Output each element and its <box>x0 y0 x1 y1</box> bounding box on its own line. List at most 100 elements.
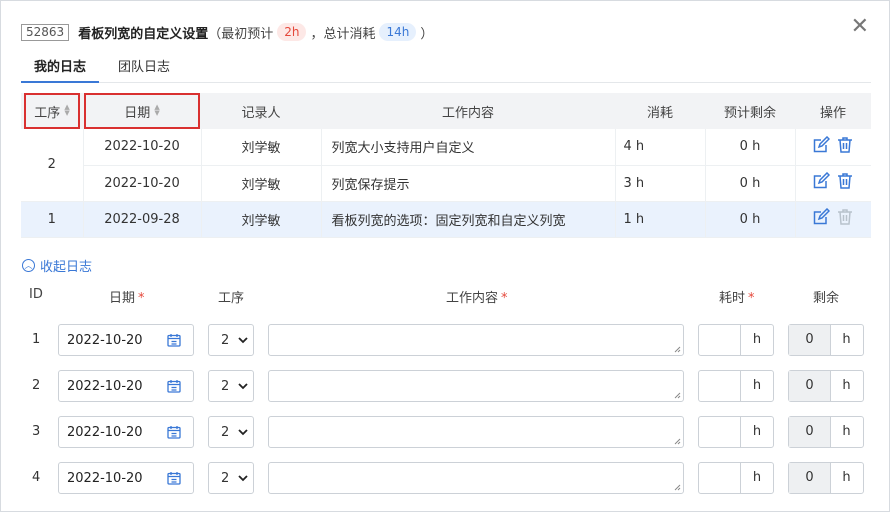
remain-input: 0 h <box>788 416 864 448</box>
remain-value: 0 <box>789 325 831 355</box>
chevron-down-icon <box>238 383 248 390</box>
form-header-date-label: 日期 <box>109 291 136 306</box>
step-select[interactable]: 2 <box>208 416 254 448</box>
remain-unit: h <box>842 332 851 347</box>
row-content: 列宽大小支持用户自定义 <box>321 129 616 166</box>
initial-estimate-value: 2h <box>277 23 307 41</box>
dialog-header: 52863 看板列宽的自定义设置 （最初预计 2h ，总计消耗 14h ） <box>21 22 433 42</box>
remain-input: 0 h <box>788 324 864 356</box>
edit-icon[interactable] <box>812 172 831 190</box>
step-select[interactable]: 2 <box>208 370 254 402</box>
delete-icon[interactable] <box>836 172 854 190</box>
date-field[interactable]: 2022-10-20 <box>58 416 194 448</box>
step-header-label: 工序 <box>34 105 61 121</box>
row-ops <box>795 201 871 238</box>
step-value: 2 <box>221 333 230 348</box>
remain-value: 0 <box>789 371 831 401</box>
hours-input[interactable]: h <box>698 324 774 356</box>
date-value: 2022-10-20 <box>67 333 143 348</box>
tab-team-log[interactable]: 团队日志 <box>105 59 183 83</box>
hours-input[interactable]: h <box>698 462 774 494</box>
hours-input[interactable]: h <box>698 416 774 448</box>
edit-icon[interactable] <box>812 208 831 226</box>
date-field[interactable]: 2022-10-20 <box>58 370 194 402</box>
remain-value: 0 <box>789 417 831 447</box>
calendar-icon[interactable] <box>167 333 181 347</box>
row-recorder: 刘学敏 <box>201 201 322 238</box>
sort-icon[interactable]: ▲ ▼ <box>154 104 159 117</box>
table-row: 1 2022-09-28 刘学敏 看板列宽的选项：固定列宽和自定义列宽 1 h … <box>21 201 871 238</box>
content-textarea[interactable] <box>268 370 684 402</box>
remain-value: 0 <box>789 463 831 493</box>
col-step-header[interactable]: 工序 ▲ ▼ <box>21 93 83 129</box>
step-group-cell: 1 <box>21 201 84 238</box>
chevron-down-icon <box>238 475 248 482</box>
date-value: 2022-10-20 <box>67 425 143 440</box>
row-id: 2 <box>32 378 41 393</box>
edit-icon[interactable] <box>812 135 831 154</box>
resize-handle-icon[interactable] <box>674 346 681 353</box>
tab-my-log[interactable]: 我的日志 <box>21 59 100 83</box>
date-field[interactable]: 2022-10-20 <box>58 324 194 356</box>
form-header-hours: 耗时 * <box>719 287 755 306</box>
close-icon[interactable]: ✕ <box>851 16 869 38</box>
hours-input[interactable]: h <box>698 370 774 402</box>
worklog-dialog: 52863 看板列宽的自定义设置 （最初预计 2h ，总计消耗 14h ） ✕ … <box>0 0 890 512</box>
log-tabs: 我的日志 团队日志 <box>21 59 871 83</box>
col-ops-header: 操作 <box>795 93 871 129</box>
calendar-icon[interactable] <box>167 425 181 439</box>
step-select[interactable]: 2 <box>208 462 254 494</box>
collapse-log-label: 收起日志 <box>40 260 93 275</box>
task-title: 看板列宽的自定义设置 <box>78 26 209 42</box>
required-mark: * <box>748 291 755 306</box>
form-header-content-label: 工作内容 <box>446 291 499 306</box>
step-select[interactable]: 2 <box>208 324 254 356</box>
row-id: 4 <box>32 470 41 485</box>
col-content-header: 工作内容 <box>321 93 615 129</box>
chevron-up-icon: ︿ <box>22 259 35 272</box>
col-recorder-header: 记录人 <box>201 93 321 129</box>
table-row: 2 2022-10-20 刘学敏 列宽大小支持用户自定义 4 h 0 h <box>21 129 871 202</box>
row-remain: 0 h <box>705 165 796 202</box>
delete-icon[interactable] <box>836 208 854 226</box>
date-value: 2022-10-20 <box>67 471 143 486</box>
row-used: 3 h <box>615 165 706 202</box>
required-mark: * <box>138 291 145 306</box>
remain-unit: h <box>842 378 851 393</box>
delete-icon[interactable] <box>836 136 854 154</box>
col-date-header[interactable]: 日期 ▲ ▼ <box>83 93 201 129</box>
remain-input: 0 h <box>788 370 864 402</box>
content-textarea[interactable] <box>268 416 684 448</box>
sort-icon[interactable]: ▲ ▼ <box>64 104 69 117</box>
row-id: 1 <box>32 332 41 347</box>
content-textarea[interactable] <box>268 462 684 494</box>
date-field[interactable]: 2022-10-20 <box>58 462 194 494</box>
row-content: 看板列宽的选项：固定列宽和自定义列宽 <box>321 201 616 238</box>
row-date: 2022-10-20 <box>83 129 202 166</box>
hours-unit: h <box>740 371 773 401</box>
row-remain: 0 h <box>705 129 796 166</box>
calendar-icon[interactable] <box>167 471 181 485</box>
row-id: 3 <box>32 424 41 439</box>
form-header-id: ID <box>29 287 43 302</box>
row-used: 4 h <box>615 129 706 166</box>
hours-unit: h <box>740 417 773 447</box>
calendar-icon[interactable] <box>167 379 181 393</box>
date-value: 2022-10-20 <box>67 379 143 394</box>
resize-handle-icon[interactable] <box>674 438 681 445</box>
resize-handle-icon[interactable] <box>674 484 681 491</box>
form-row: 1 2022-10-20 2 h 0 h <box>1 323 889 357</box>
step-value: 2 <box>221 471 230 486</box>
resize-handle-icon[interactable] <box>674 392 681 399</box>
row-content: 列宽保存提示 <box>321 165 616 202</box>
content-textarea[interactable] <box>268 324 684 356</box>
step-value: 2 <box>221 379 230 394</box>
step-group-cell: 2 <box>21 129 84 202</box>
form-row: 4 2022-10-20 2 h 0 h <box>1 461 889 495</box>
form-header-content: 工作内容 * <box>446 287 508 306</box>
form-header-hours-label: 耗时 <box>719 291 746 306</box>
collapse-log-toggle[interactable]: ︿ 收起日志 <box>22 256 92 275</box>
step-value: 2 <box>221 425 230 440</box>
step-header-box: 工序 ▲ ▼ <box>24 93 80 129</box>
log-table: 工序 ▲ ▼ 日期 ▲ ▼ 记录人 工作内容 消耗 预计剩余 操作 2 2022… <box>21 93 871 238</box>
